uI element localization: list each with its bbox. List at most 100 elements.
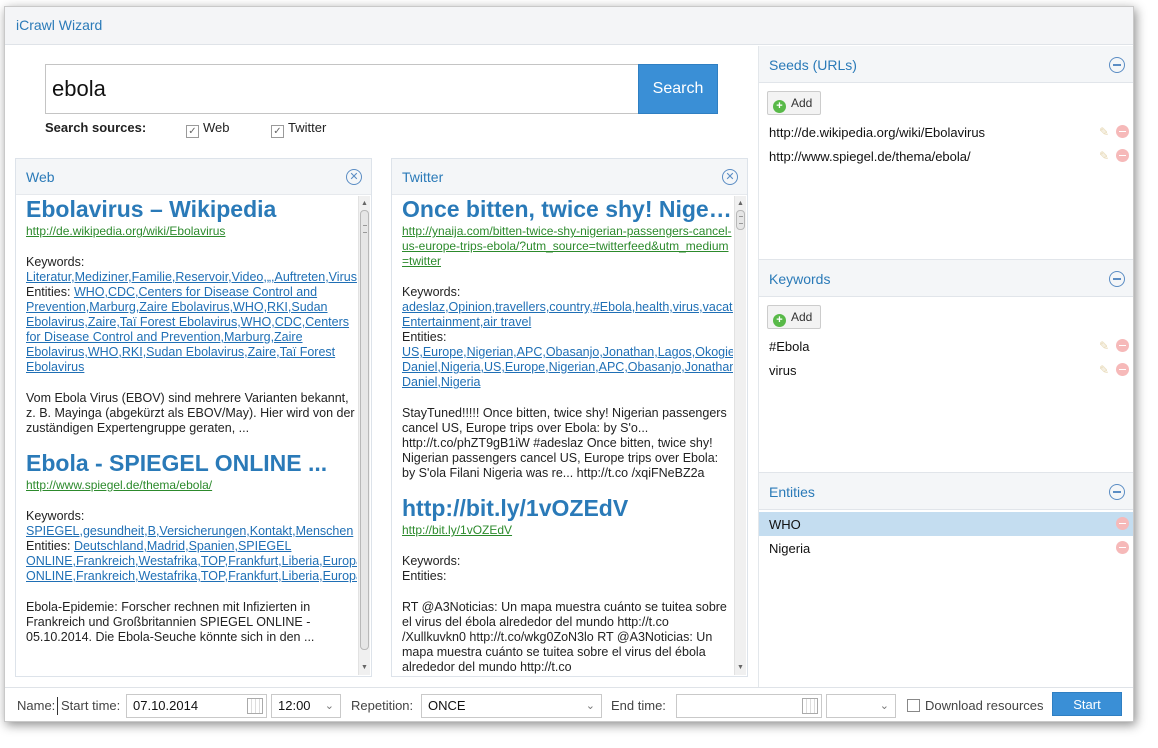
pencil-icon[interactable]: ✎ — [1099, 339, 1113, 353]
twitter-panel-title: Twitter — [402, 169, 444, 185]
result-snippet: Vom Ebola Virus (EBOV) sind mehrere Vari… — [26, 391, 355, 435]
delete-icon[interactable] — [1116, 125, 1129, 138]
chevron-down-icon: ⌄ — [324, 700, 334, 712]
result-item: Ebola - SPIEGEL ONLINE ... http://www.sp… — [26, 450, 357, 645]
add-keyword-label: Add — [791, 310, 813, 324]
twitter-results-panel: Twitter ✕ Once bitten, twice shy! Nigeri… — [391, 158, 748, 677]
delete-icon[interactable] — [1116, 541, 1129, 554]
collapse-icon[interactable] — [1109, 484, 1125, 500]
entity-text: Nigeria — [769, 541, 811, 556]
result-url[interactable]: http://bit.ly/1vOZEdV — [402, 523, 733, 538]
entities-links[interactable]: ONLINE,Frankreich,Westafrika,TOP,Frankfu… — [26, 554, 357, 568]
result-snippet: Ebola-Epidemie: Forscher rechnen mit Inf… — [26, 600, 315, 644]
scroll-down-arrow-icon[interactable]: ▼ — [735, 662, 746, 673]
calendar-icon[interactable] — [802, 698, 818, 714]
result-title[interactable]: Ebola - SPIEGEL ONLINE ... — [26, 450, 357, 476]
keyword-item[interactable]: #Ebola ✎ — [759, 334, 1133, 358]
delete-icon[interactable] — [1116, 517, 1129, 530]
scroll-thumb[interactable] — [360, 210, 369, 650]
collapse-icon[interactable] — [1109, 271, 1125, 287]
end-date-field[interactable] — [676, 694, 822, 718]
repetition-select[interactable]: ONCE ⌄ — [421, 694, 602, 718]
seed-item[interactable]: http://www.spiegel.de/thema/ebola/ ✎ — [759, 144, 1133, 168]
result-title[interactable]: Ebolavirus – Wikipedia — [26, 196, 357, 222]
twitter-results-list: Once bitten, twice shy! Nigerian ... htt… — [392, 195, 733, 676]
name-label: Name: — [17, 698, 56, 713]
twitter-scrollbar[interactable]: ▲ ▼ — [734, 196, 746, 675]
result-snippet: StayTuned!!!!! Once bitten, twice shy! N… — [402, 406, 727, 480]
scroll-up-arrow-icon[interactable]: ▲ — [359, 198, 370, 209]
keywords-section: Keywords + Add #Ebola ✎ virus ✎ — [759, 259, 1133, 472]
entity-item[interactable]: WHO — [759, 512, 1133, 536]
result-meta: Keywords: adeslaz,Opinion,travellers,cou… — [402, 285, 733, 390]
entities-label: Entities: — [402, 569, 447, 583]
keywords-links[interactable]: SPIEGEL,gesundheit,B,Versicherungen,Kont… — [26, 524, 353, 538]
web-scrollbar[interactable]: ▲ ▼ — [358, 196, 370, 675]
keywords-header: Keywords — [759, 260, 1133, 297]
keywords-title: Keywords — [769, 271, 831, 287]
result-item: Once bitten, twice shy! Nigerian ... htt… — [402, 196, 733, 481]
delete-icon[interactable] — [1116, 363, 1129, 376]
source-web-checkbox[interactable]: ✓ Web — [186, 120, 230, 138]
keywords-label: Keywords: — [26, 255, 85, 269]
keyword-text: #Ebola — [769, 339, 810, 354]
entities-links[interactable]: Deutschland,Madrid,Spanien,SPIEGEL — [74, 539, 292, 553]
keywords-label: Keywords: — [402, 285, 461, 299]
plus-icon: + — [773, 314, 786, 327]
result-url[interactable]: http://de.wikipedia.org/wiki/Ebolavirus — [26, 224, 357, 239]
seed-item[interactable]: http://de.wikipedia.org/wiki/Ebolavirus … — [759, 120, 1133, 144]
result-title[interactable]: http://bit.ly/1vOZEdV — [402, 495, 733, 521]
end-hour-select[interactable]: ⌄ — [826, 694, 896, 718]
collapse-icon[interactable] — [1109, 57, 1125, 73]
start-hour-select[interactable]: 12:00 ⌄ — [271, 694, 341, 718]
grip-icon — [739, 216, 743, 224]
pencil-icon[interactable]: ✎ — [1099, 125, 1113, 139]
source-web-label: Web — [203, 120, 230, 135]
plus-icon: + — [773, 100, 786, 113]
close-icon[interactable]: ✕ — [346, 169, 362, 185]
delete-icon[interactable] — [1116, 149, 1129, 162]
entities-section: Entities WHO Nigeria — [759, 472, 1133, 687]
entities-label: Entities: — [26, 285, 71, 299]
entities-links[interactable]: WHO,CDC,Centers for Disease Control and … — [26, 285, 349, 374]
result-url[interactable]: http://www.spiegel.de/thema/ebola/ — [26, 478, 357, 493]
keyword-text: virus — [769, 363, 797, 378]
grip-icon — [363, 225, 367, 233]
add-seed-button[interactable]: + Add — [767, 91, 822, 115]
scroll-up-arrow-icon[interactable]: ▲ — [735, 198, 746, 209]
keywords-label: Keywords: — [402, 554, 461, 568]
keywords-links[interactable]: adeslaz,Opinion,travellers,country,#Ebol… — [402, 300, 733, 314]
entities-links[interactable]: US,Europe,Nigerian,APC,Obasanjo,Jonathan… — [402, 345, 733, 359]
delete-icon[interactable] — [1116, 339, 1129, 352]
entities-links[interactable]: Daniel,Nigeria,US,Europe,Nigerian,APC,Ob… — [402, 360, 733, 374]
start-date-field[interactable]: 07.10.2014 — [126, 694, 267, 718]
source-twitter-label: Twitter — [288, 120, 327, 135]
app-window: iCrawl Wizard Search Search sources: ✓ We… — [4, 6, 1134, 722]
pencil-icon[interactable]: ✎ — [1099, 149, 1113, 163]
result-title[interactable]: Once bitten, twice shy! Nigerian ... — [402, 196, 733, 222]
entity-item[interactable]: Nigeria — [759, 536, 1133, 560]
title-bar: iCrawl Wizard — [5, 7, 1133, 45]
entities-header: Entities — [759, 473, 1133, 510]
close-icon[interactable]: ✕ — [722, 169, 738, 185]
calendar-icon[interactable] — [247, 698, 263, 714]
add-seed-label: Add — [791, 96, 813, 110]
result-url[interactable]: http://ynaija.com/bitten-twice-shy-niger… — [402, 224, 733, 269]
search-input[interactable] — [45, 64, 639, 114]
search-button[interactable]: Search — [638, 64, 718, 114]
keywords-links[interactable]: Literatur,Mediziner,Familie,Reservoir,Vi… — [26, 270, 357, 284]
entities-links[interactable]: Daniel,Nigeria — [402, 375, 481, 389]
source-twitter-checkbox[interactable]: ✓ Twitter — [271, 120, 326, 138]
scroll-down-arrow-icon[interactable]: ▼ — [359, 662, 370, 673]
download-resources-checkbox[interactable] — [907, 699, 920, 712]
entities-links[interactable]: ONLINE,Frankreich,Westafrika,TOP,Frankfu… — [26, 569, 357, 583]
keyword-item[interactable]: virus ✎ — [759, 358, 1133, 382]
config-sidebar: Seeds (URLs) + Add http://de.wikipedia.or… — [758, 46, 1133, 687]
pencil-icon[interactable]: ✎ — [1099, 363, 1113, 377]
add-keyword-button[interactable]: + Add — [767, 305, 822, 329]
keywords-links[interactable]: Entertainment,air travel — [402, 315, 531, 329]
scroll-thumb[interactable] — [736, 210, 745, 230]
start-button[interactable]: Start — [1052, 692, 1122, 716]
web-panel-header: Web ✕ — [16, 159, 371, 195]
web-results-panel: Web ✕ Ebolavirus – Wikipedia http://de.w… — [15, 158, 372, 677]
